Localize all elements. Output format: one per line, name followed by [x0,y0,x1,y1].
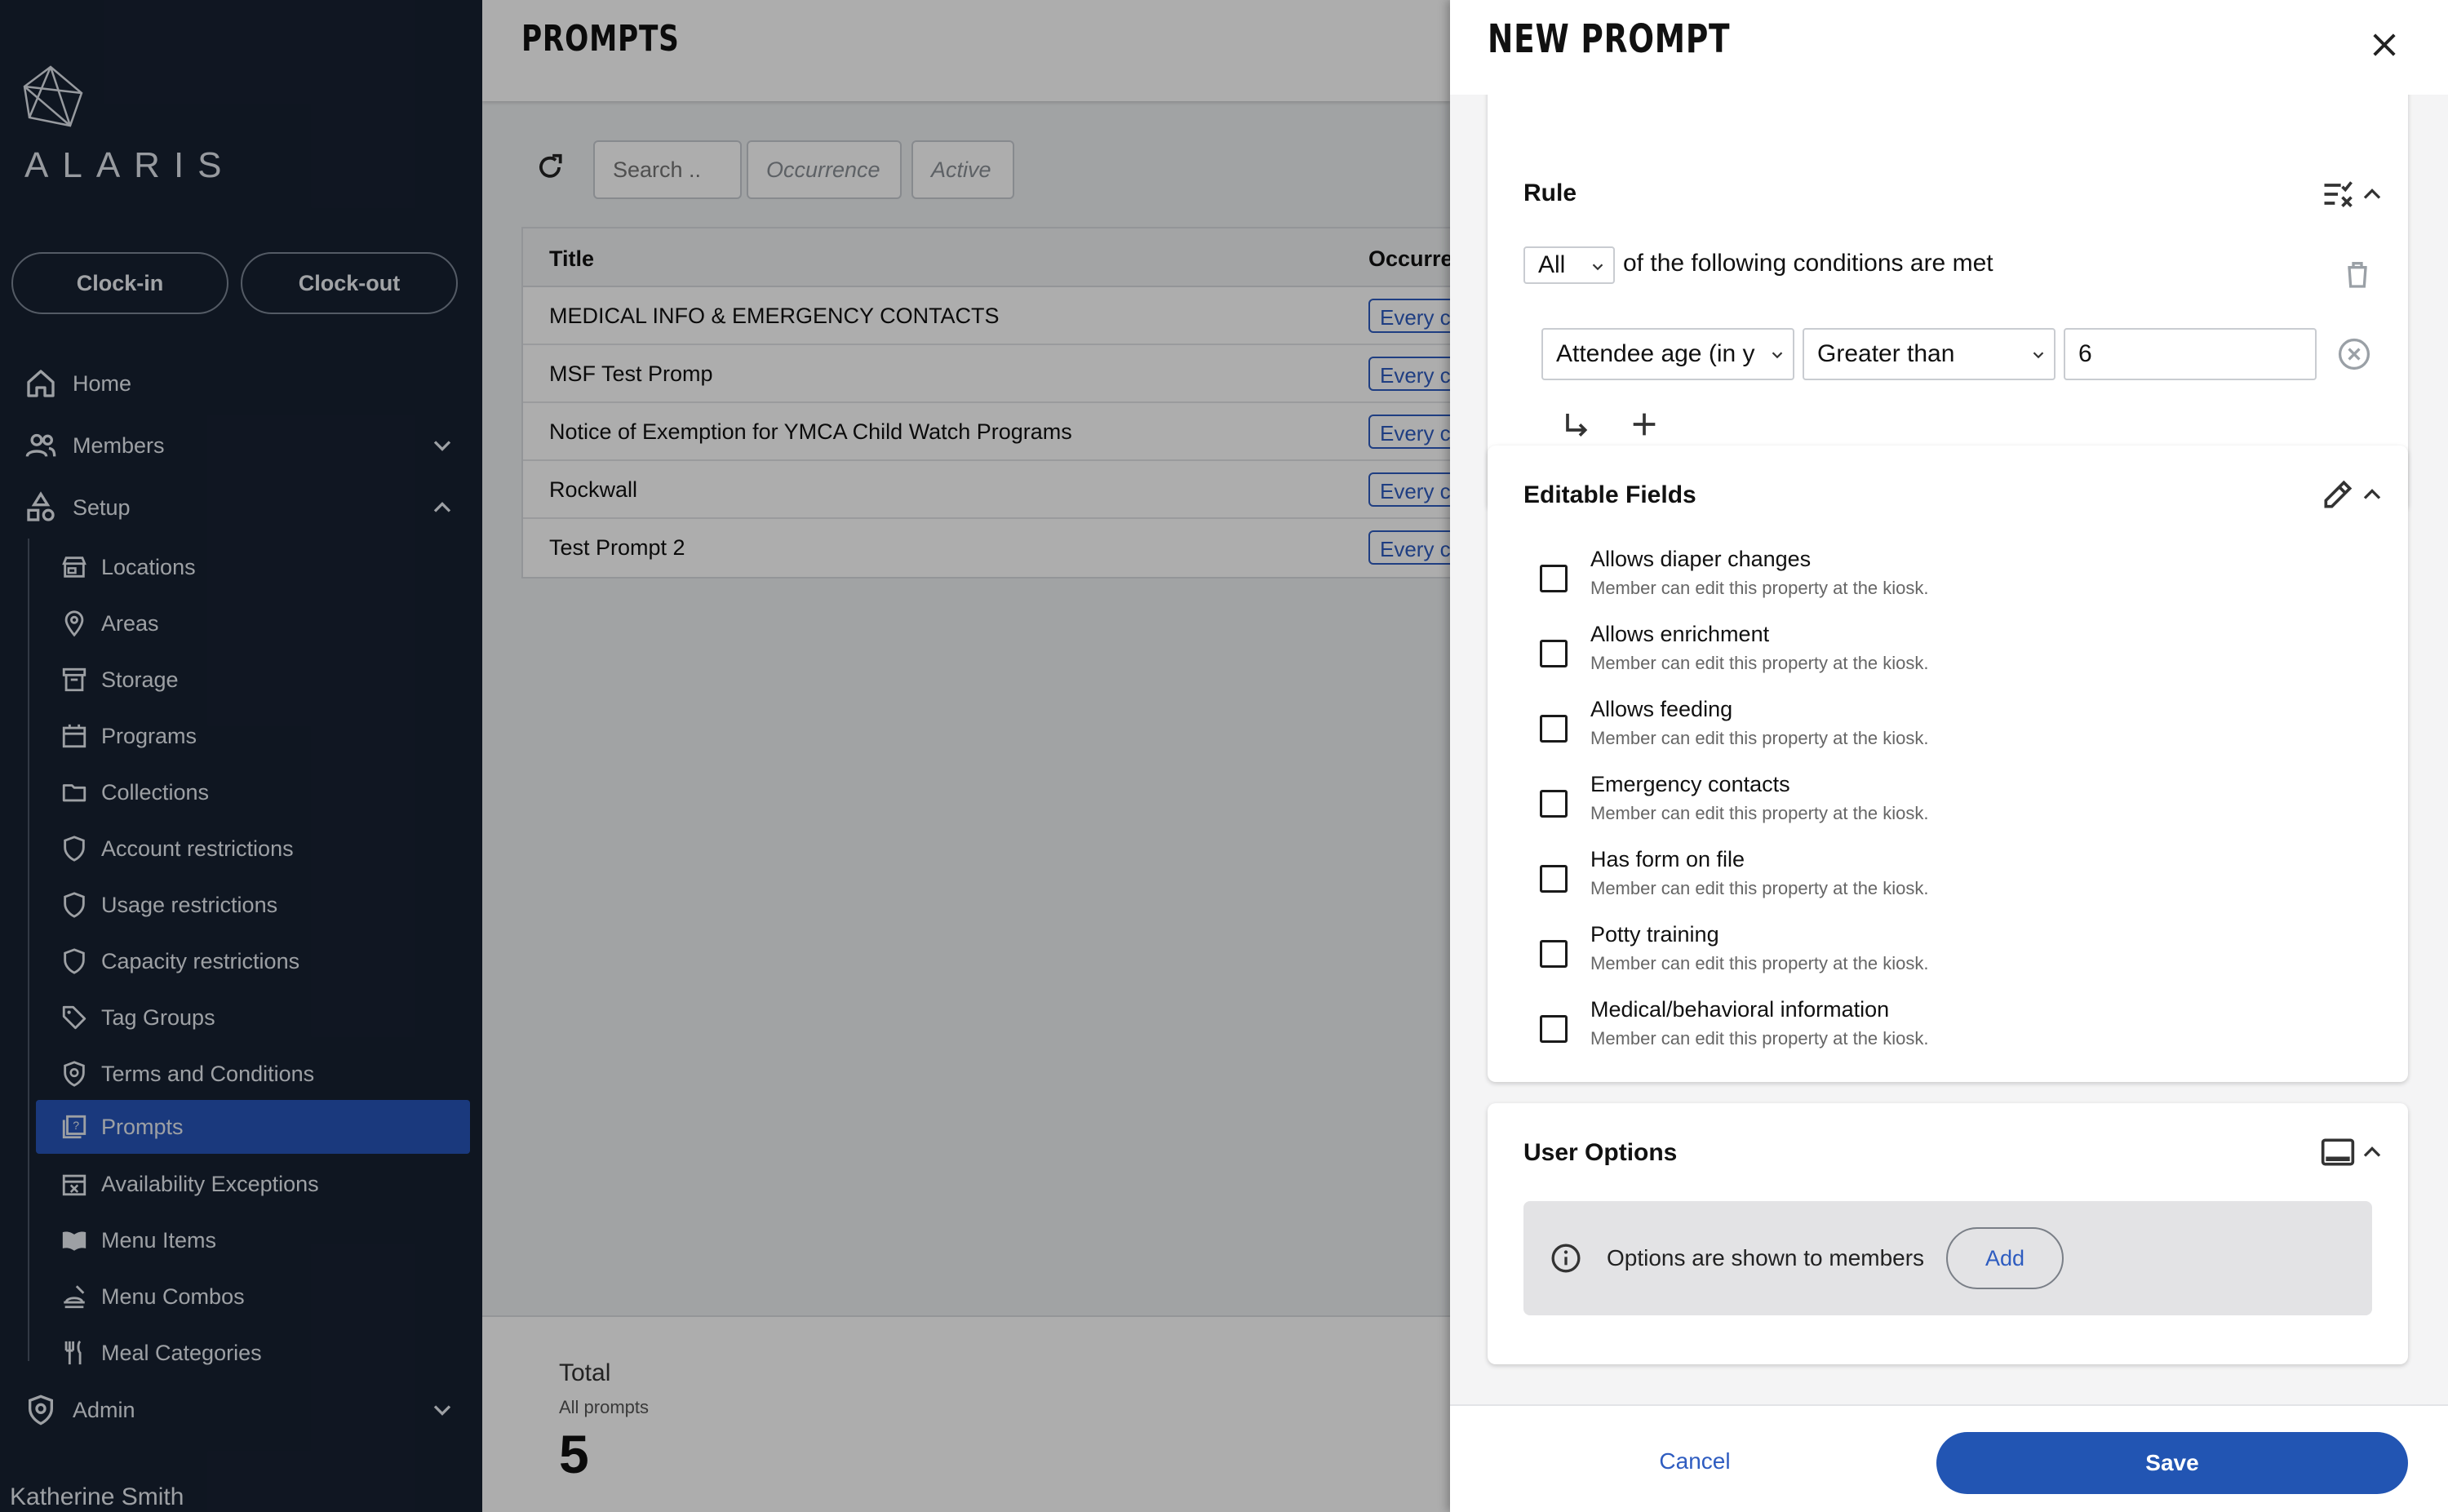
editable-field-row[interactable]: Allows diaper changes Member can edit th… [1540,547,2356,612]
field-helper-text: Member can edit this property at the kio… [1590,578,1929,598]
editable-field-row[interactable]: Allows feeding Member can edit this prop… [1540,697,2356,762]
field-label: Potty training [1590,922,1719,947]
checkbox[interactable] [1540,940,1568,968]
editable-field-row[interactable]: Has form on file Member can edit this pr… [1540,847,2356,912]
checkbox[interactable] [1540,640,1568,667]
chevron-down-icon [2029,346,2047,364]
rule-description: of the following conditions are met [1623,250,1993,277]
new-prompt-drawer: NEW PROMPT Rule All of the following con… [1450,0,2448,1512]
rule-clear-icon[interactable] [2320,176,2356,212]
save-button[interactable]: Save [1936,1432,2408,1494]
field-label: Has form on file [1590,847,1745,871]
checkbox[interactable] [1540,865,1568,893]
field-label: Allows feeding [1590,697,1733,721]
checkbox[interactable] [1540,790,1568,818]
editable-field-row[interactable]: Medical/behavioral information Member ca… [1540,997,2356,1062]
editable-field-row[interactable]: Potty training Member can edit this prop… [1540,922,2356,987]
subdirectory-arrow-icon[interactable] [1559,410,1592,442]
field-label: Allows enrichment [1590,622,1770,646]
condition-operator-value: Greater than [1817,340,1955,367]
keyboard-panel-icon[interactable] [2320,1134,2356,1170]
field-helper-text: Member can edit this property at the kio… [1590,878,1929,898]
user-options-title: User Options [1523,1139,1678,1166]
chevron-up-icon[interactable] [2357,480,2387,509]
user-options-card: User Options Options are shown to member… [1488,1103,2408,1364]
add-condition-icon[interactable] [1628,408,1661,441]
editable-fields-card: Editable Fields Allows diaper changes Me… [1488,446,2408,1082]
field-helper-text: Member can edit this property at the kio… [1590,728,1929,748]
condition-operator-select[interactable]: Greater than [1803,328,2056,380]
field-label: Allows diaper changes [1590,547,1812,571]
checkbox[interactable] [1540,715,1568,743]
options-info-text: Options are shown to members [1607,1245,1925,1270]
remove-condition-icon[interactable] [2336,336,2372,372]
checkbox[interactable] [1540,565,1568,592]
condition-value-text: 6 [2078,340,2092,367]
chevron-up-icon[interactable] [2357,1137,2387,1167]
editable-fields-title: Editable Fields [1523,481,1696,508]
drawer-title: NEW PROMPT [1488,16,1731,62]
rule-title: Rule [1523,180,1577,206]
field-helper-text: Member can edit this property at the kio… [1590,653,1929,673]
field-helper-text: Member can edit this property at the kio… [1590,953,1929,973]
options-info-panel: Options are shown to members Add [1523,1201,2372,1315]
drawer-scroll-area[interactable]: Rule All of the following conditions are… [1450,95,2448,1404]
match-mode-value: All [1538,251,1566,278]
info-icon [1551,1244,1581,1273]
match-mode-select[interactable]: All [1523,246,1615,284]
field-helper-text: Member can edit this property at the kio… [1590,1028,1929,1049]
cancel-button[interactable]: Cancel [1621,1430,1768,1492]
trash-icon[interactable] [2341,256,2374,292]
checkbox[interactable] [1540,1015,1568,1043]
field-label: Emergency contacts [1590,772,1790,796]
field-helper-text: Member can edit this property at the kio… [1590,803,1929,823]
editable-field-row[interactable]: Emergency contacts Member can edit this … [1540,772,2356,837]
chevron-up-icon[interactable] [2357,180,2387,209]
drawer-footer: Cancel Save [1450,1404,2448,1512]
add-option-button[interactable]: Add [1946,1227,2064,1289]
condition-field-value: Attendee age (in y [1556,340,1755,367]
editable-field-row[interactable]: Allows enrichment Member can edit this p… [1540,622,2356,687]
condition-field-select[interactable]: Attendee age (in y [1541,328,1794,380]
chevron-down-icon [1592,264,1603,271]
edit-pencil-icon[interactable] [2320,477,2356,512]
chevron-down-icon [1768,346,1786,364]
modal-backdrop[interactable] [0,0,1450,1512]
close-icon[interactable] [2367,28,2401,62]
field-label: Medical/behavioral information [1590,997,1890,1022]
condition-value-input[interactable]: 6 [2064,328,2317,380]
